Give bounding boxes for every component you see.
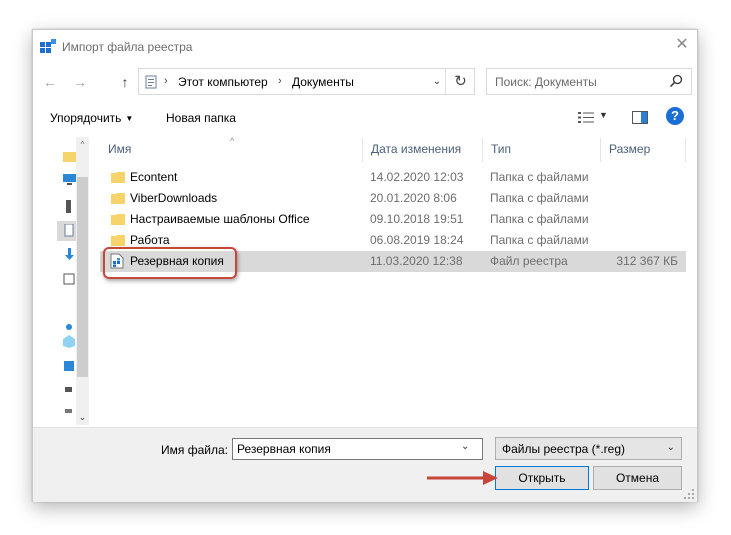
file-date: 20.01.2020 8:06 — [370, 191, 457, 205]
arrow-left-icon: ← — [43, 74, 57, 90]
search-icon — [669, 74, 683, 88]
scroll-down-icon[interactable]: ⌄ — [76, 409, 89, 425]
close-icon: ✕ — [675, 36, 689, 53]
title-bar: Импорт файла реестра ✕ — [33, 30, 697, 62]
column-name-label: Имя — [108, 142, 132, 156]
file-type: Папка с файлами — [490, 233, 589, 247]
forward-button[interactable]: → — [71, 72, 89, 92]
file-name: Econtent — [130, 170, 178, 184]
column-header-size[interactable]: Размер — [601, 138, 686, 162]
annotation-arrow-icon — [427, 471, 498, 485]
navigation-pane: ^ ⌄ — [57, 137, 89, 425]
dialog-footer: Имя файла: ⌄ Файлы реестра (*.reg) ⌄ Отк… — [33, 427, 697, 502]
file-type: Папка с файлами — [490, 191, 589, 205]
scrollbar-thumb[interactable] — [77, 177, 88, 377]
up-button[interactable]: ↑ — [116, 72, 134, 92]
address-history-button[interactable]: ⌄ — [430, 74, 444, 90]
computer-icon — [63, 174, 76, 185]
scroll-up-icon[interactable]: ^ — [76, 137, 89, 153]
drive-icon — [66, 200, 71, 213]
file-type-filter-select[interactable]: Файлы реестра (*.reg) ⌄ — [495, 437, 682, 460]
folder-icon — [111, 235, 125, 246]
close-button[interactable]: ✕ — [667, 30, 697, 60]
open-button[interactable]: Открыть — [495, 466, 589, 490]
folder-icon — [63, 152, 76, 162]
folder-icon — [111, 214, 125, 225]
file-type: Папка с файлами — [490, 212, 589, 226]
file-date: 11.03.2020 12:38 — [370, 254, 463, 268]
file-date: 14.02.2020 12:03 — [370, 170, 464, 184]
registry-editor-icon — [40, 39, 56, 53]
chevron-down-icon[interactable]: ⌄ — [461, 441, 469, 452]
navigation-bar: ← → ↑ › Этот компьютер › Документы ⌄ ↻ П… — [33, 66, 697, 98]
file-date: 06.08.2019 18:24 — [370, 233, 464, 247]
refresh-button[interactable]: ↻ — [445, 69, 475, 94]
column-header-name[interactable]: Имя ^ — [100, 136, 363, 162]
column-header-type[interactable]: Тип — [483, 138, 601, 162]
drive-icon — [65, 409, 72, 413]
command-bar: Упорядочить ▼ Новая папка ▼ ? — [33, 106, 697, 130]
breadcrumb-separator-icon: › — [164, 75, 168, 87]
file-date: 09.10.2018 19:51 — [370, 212, 464, 226]
file-row[interactable]: Econtent 14.02.2020 12:03 Папка с файлам… — [100, 167, 686, 188]
file-type: Файл реестра — [490, 254, 568, 268]
file-name: Работа — [130, 233, 170, 247]
documents-icon — [64, 224, 74, 237]
organize-button[interactable]: Упорядочить ▼ — [50, 111, 133, 125]
filter-label: Файлы реестра (*.reg) — [502, 442, 625, 456]
documents-location-icon — [145, 75, 157, 89]
file-row[interactable]: Настраиваемые шаблоны Office 09.10.2018 … — [100, 209, 686, 230]
address-bar[interactable]: › Этот компьютер › Документы ⌄ ↻ — [138, 68, 475, 95]
search-placeholder: Поиск: Документы — [495, 75, 597, 89]
caret-down-icon[interactable]: ▼ — [599, 110, 608, 120]
filename-label: Имя файла: — [161, 443, 228, 457]
back-button[interactable]: ← — [41, 72, 59, 92]
chevron-down-icon: ⌄ — [432, 76, 442, 87]
cancel-button[interactable]: Отмена — [593, 466, 682, 490]
file-name: ViberDownloads — [130, 191, 218, 205]
file-type: Папка с файлами — [490, 170, 589, 184]
help-icon[interactable]: ? — [666, 107, 684, 125]
window-title: Импорт файла реестра — [62, 40, 193, 54]
search-input[interactable]: Поиск: Документы — [486, 68, 692, 95]
chevron-down-icon: ⌄ — [666, 442, 675, 453]
column-header-date[interactable]: Дата изменения — [363, 138, 483, 162]
folder-icon — [111, 193, 125, 204]
refresh-icon: ↻ — [454, 73, 467, 90]
annotation-highlight-box — [103, 247, 237, 279]
objects-3d-icon — [63, 335, 75, 348]
download-icon — [65, 248, 74, 260]
resize-grip-icon[interactable] — [684, 489, 694, 499]
file-row[interactable]: ViberDownloads 20.01.2020 8:06 Папка с ф… — [100, 188, 686, 209]
breadcrumb-separator-icon: › — [278, 75, 282, 87]
file-list: Имя ^ Дата изменения Тип Размер Econtent… — [100, 134, 690, 426]
desktop-icon — [64, 361, 74, 371]
breadcrumb-this-pc[interactable]: Этот компьютер — [178, 75, 268, 89]
breadcrumb-documents[interactable]: Документы — [292, 75, 354, 89]
arrow-up-icon: ↑ — [121, 74, 129, 90]
file-name: Настраиваемые шаблоны Office — [130, 212, 310, 226]
pictures-icon — [63, 273, 75, 285]
arrow-right-icon: → — [73, 74, 87, 90]
view-options-icon[interactable] — [578, 111, 594, 124]
file-size: 312 367 КБ — [616, 254, 678, 268]
organize-label: Упорядочить — [50, 111, 122, 125]
music-icon — [66, 324, 72, 330]
filename-input[interactable] — [232, 438, 483, 460]
nav-pane-scrollbar[interactable]: ^ ⌄ — [76, 137, 89, 425]
preview-pane-icon[interactable] — [632, 111, 648, 124]
sort-ascending-icon: ^ — [230, 136, 235, 146]
folder-icon — [111, 172, 125, 183]
drive-icon — [65, 387, 72, 392]
new-folder-button[interactable]: Новая папка — [166, 111, 236, 125]
caret-down-icon: ▼ — [125, 114, 134, 123]
